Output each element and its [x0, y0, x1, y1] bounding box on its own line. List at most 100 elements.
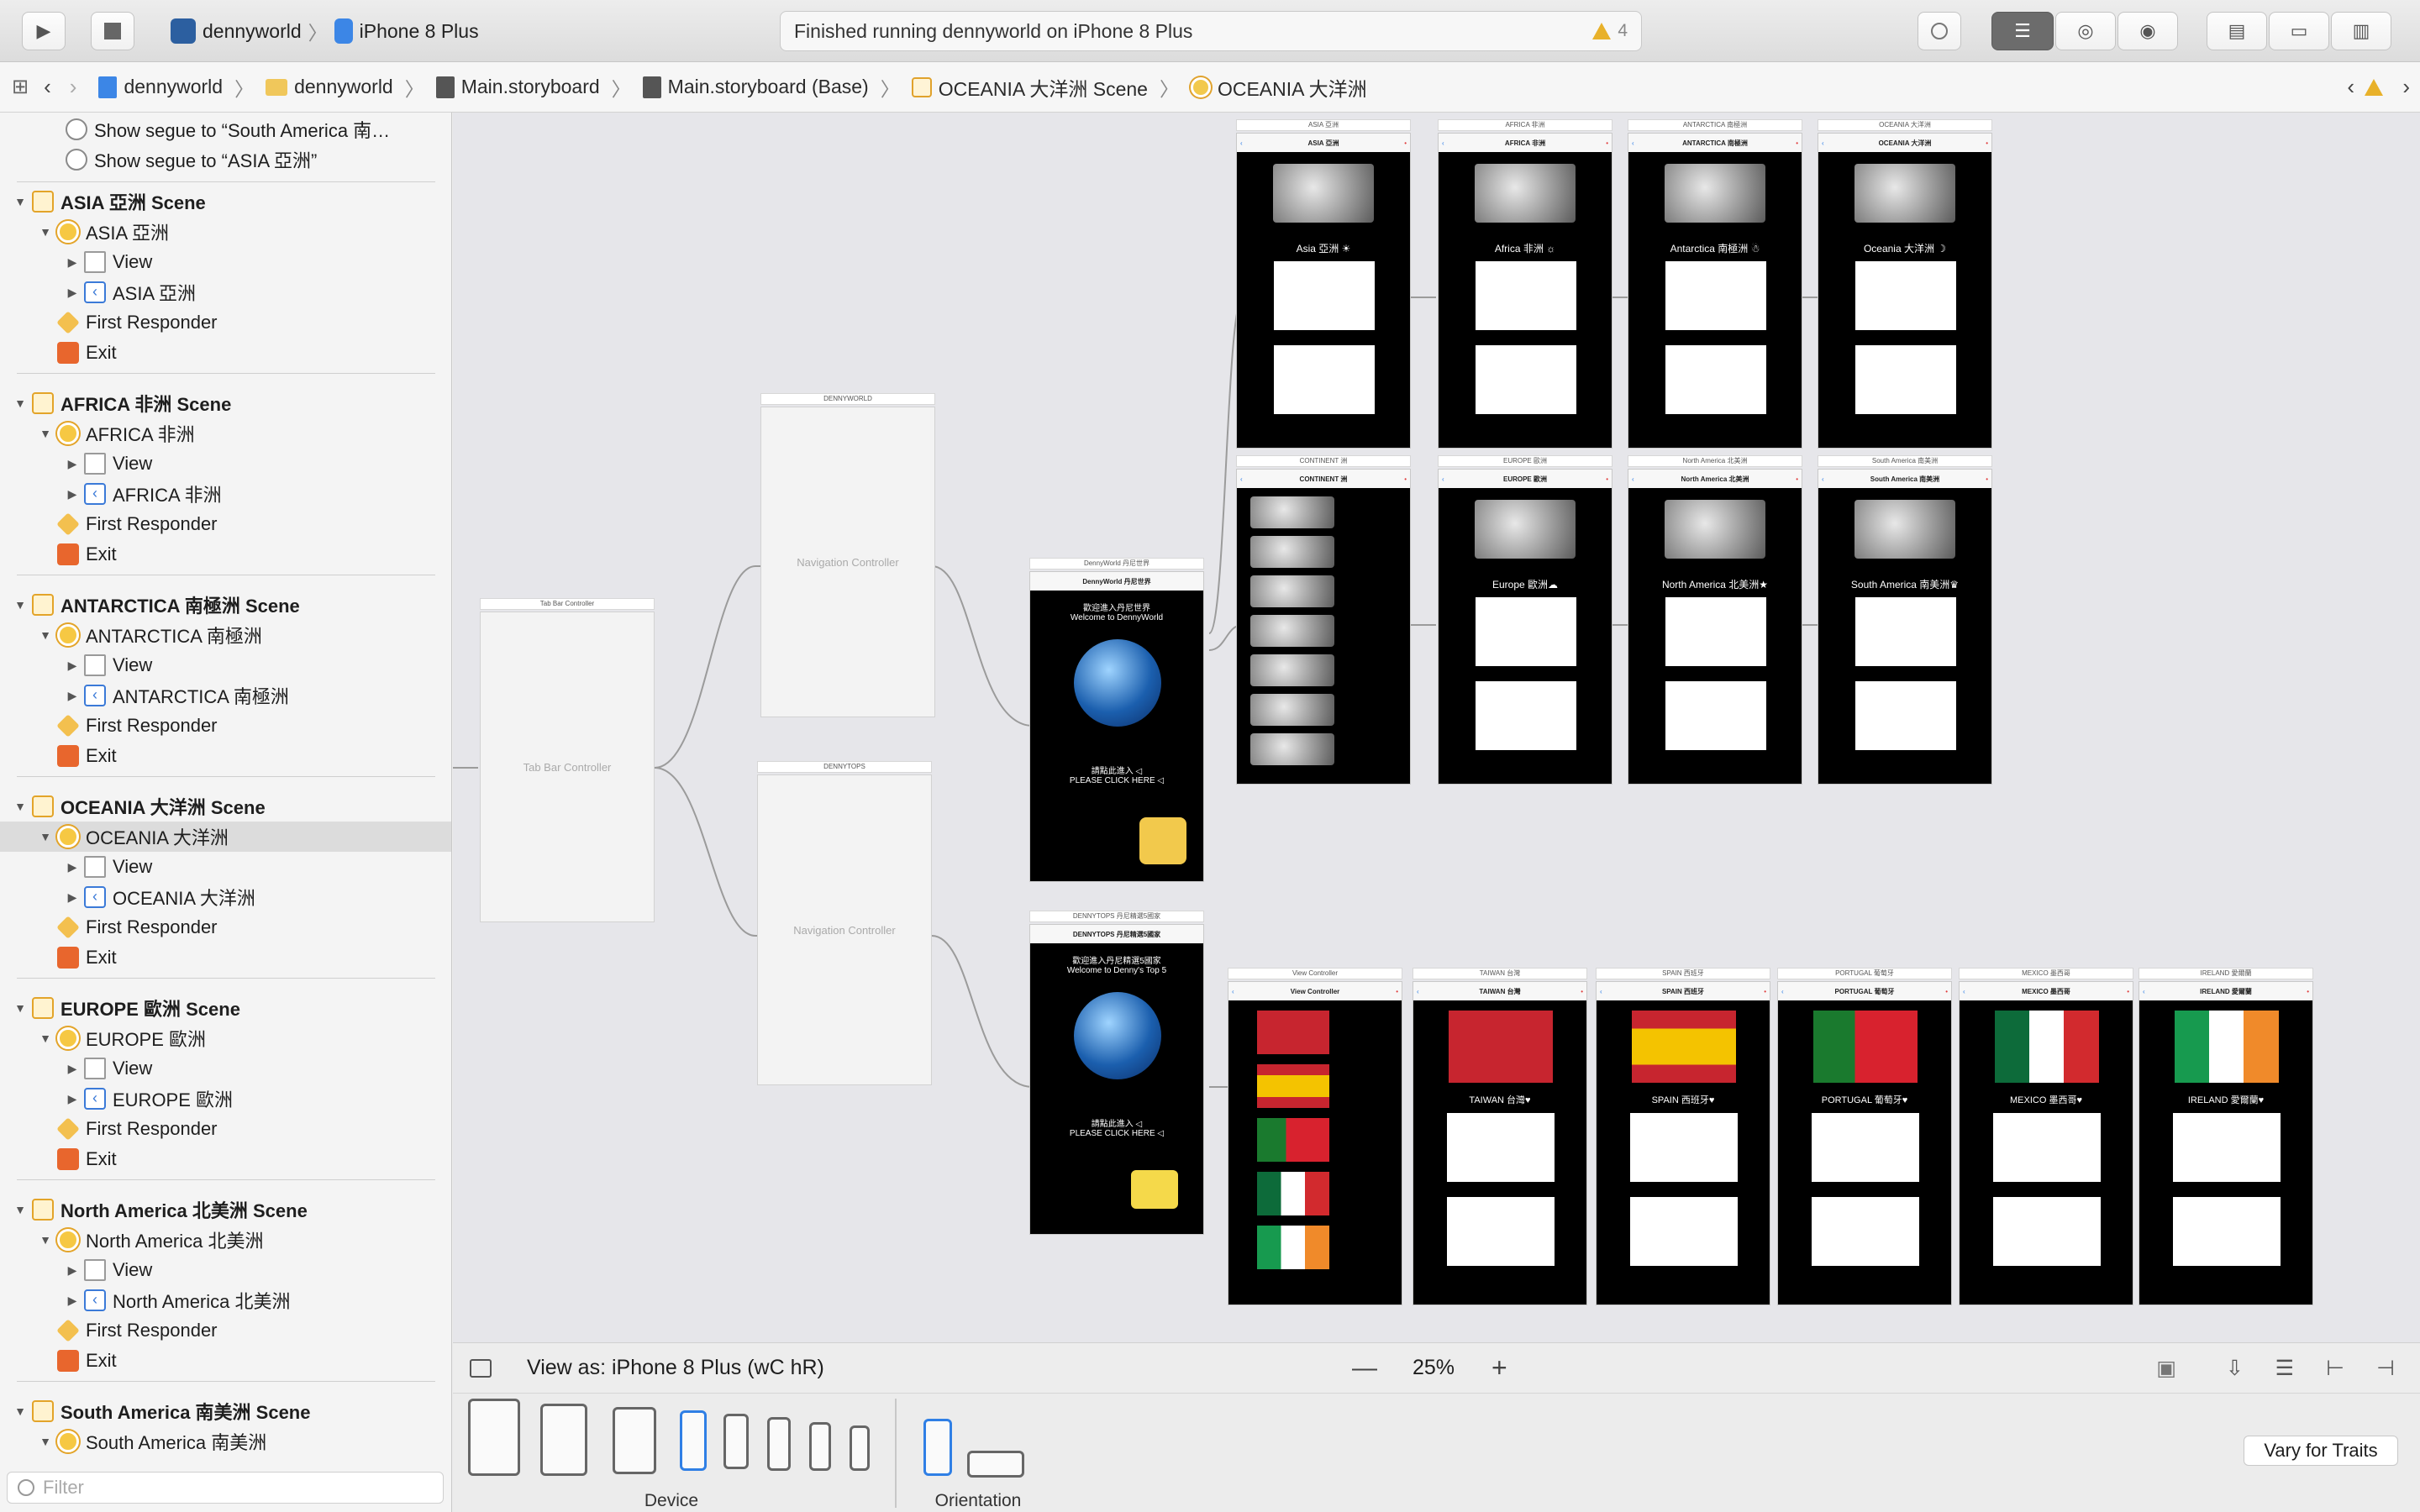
outline-scene-africa[interactable]: ▼ AFRICA 非洲 Scene	[0, 388, 451, 418]
save-button[interactable]: •	[1606, 475, 1608, 483]
back-button[interactable]: ‹	[1963, 988, 1965, 995]
outline-first-responder[interactable]: First Responder	[0, 1315, 451, 1346]
previous-issue-icon[interactable]: ‹	[2347, 74, 2354, 100]
outline-first-responder[interactable]: First Responder	[0, 711, 451, 741]
continent-thumbnail[interactable]	[1250, 694, 1334, 726]
device-iphone-8-icon[interactable]	[723, 1414, 749, 1469]
disclosure-open-icon[interactable]: ▼	[13, 1203, 27, 1216]
disclosure-open-icon[interactable]: ▼	[39, 1435, 52, 1448]
english-text-view[interactable]	[1812, 1197, 1919, 1266]
orientation-portrait-icon[interactable]	[923, 1419, 952, 1476]
back-button[interactable]: ‹	[1232, 988, 1234, 995]
outline-nav-item[interactable]: ▶ ‹ ANTARCTICA 南極洲	[0, 680, 451, 711]
zoom-in-icon[interactable]: +	[1491, 1352, 1507, 1383]
disclosure-open-icon[interactable]: ▼	[39, 427, 52, 440]
english-text-view[interactable]	[1274, 345, 1375, 414]
breadcrumb-project[interactable]: dennyworld 〉	[98, 73, 254, 102]
device-ipad-pro-10-icon[interactable]	[540, 1404, 587, 1476]
next-issue-icon[interactable]: ›	[2402, 74, 2410, 100]
save-button[interactable]: •	[2127, 988, 2129, 995]
disclosure-closed-icon[interactable]: ▶	[66, 255, 79, 270]
back-button[interactable]: ‹	[1417, 988, 1419, 995]
save-button[interactable]: •	[1796, 139, 1798, 147]
device-ipad-pro-12-icon[interactable]	[468, 1399, 520, 1476]
disclosure-closed-icon[interactable]: ▶	[66, 689, 79, 703]
flag-thumbnail[interactable]	[1257, 1226, 1329, 1269]
outline-vc-north-america[interactable]: ▼ North America 北美洲	[0, 1225, 451, 1255]
chinese-text-view[interactable]	[2173, 1113, 2281, 1182]
english-text-view[interactable]	[2173, 1197, 2281, 1266]
continent-thumbnail[interactable]	[1250, 615, 1334, 647]
disclosure-closed-icon[interactable]: ▶	[66, 286, 79, 300]
outline-vc-africa[interactable]: ▼ AFRICA 非洲	[0, 418, 451, 449]
english-text-view[interactable]	[1476, 681, 1576, 750]
device-ipad-icon[interactable]	[613, 1407, 656, 1474]
outline-vc-south-america[interactable]: ▼ South America 南美洲	[0, 1426, 451, 1457]
chinese-text-view[interactable]	[1665, 261, 1766, 330]
standard-editor-button[interactable]: ☰	[1991, 12, 2054, 50]
outline-scene-south-america[interactable]: ▼ South America 南美洲 Scene	[0, 1396, 451, 1426]
disclosure-closed-icon[interactable]: ▶	[66, 1294, 79, 1308]
chinese-text-view[interactable]	[1630, 1113, 1738, 1182]
pin-icon[interactable]: ⊣	[2376, 1356, 2395, 1381]
continent-scene[interactable]: ‹ • ASIA 亞洲 Asia 亞洲 ☀	[1236, 133, 1411, 449]
english-text-view[interactable]	[1665, 681, 1766, 750]
run-button[interactable]: ▶	[22, 12, 66, 50]
outline-segue-row[interactable]: Show segue to “ASIA 亞洲”	[0, 144, 451, 175]
breakpoint-button[interactable]	[1918, 12, 1961, 50]
assistant-editor-button[interactable]: ◎	[2055, 12, 2116, 50]
warning-icon[interactable]	[2365, 79, 2383, 96]
outline-view[interactable]: ▶ View	[0, 1053, 451, 1084]
country-scene[interactable]: ‹ • MEXICO 墨西哥 MEXICO 墨西哥♥	[1959, 981, 2133, 1305]
back-button[interactable]: ‹	[1632, 475, 1634, 483]
save-button[interactable]: •	[1404, 139, 1407, 147]
disclosure-open-icon[interactable]: ▼	[13, 195, 27, 208]
embed-in-icon[interactable]: ⇩	[2226, 1356, 2244, 1381]
dennytops-home-scene[interactable]: DENNYTOPS 丹尼精選5國家 歡迎進入丹尼精選5國家 Welcome to…	[1029, 924, 1204, 1235]
back-button[interactable]: ‹	[2143, 988, 2145, 995]
outline-view[interactable]: ▶ View	[0, 650, 451, 680]
back-button[interactable]: ‹	[1240, 475, 1243, 483]
disclosure-open-icon[interactable]: ▼	[13, 1404, 27, 1418]
chinese-text-view[interactable]	[1447, 1113, 1555, 1182]
outline-first-responder[interactable]: First Responder	[0, 1114, 451, 1144]
continent-scene[interactable]: ‹ • North America 北美洲 North America 北美洲★	[1628, 469, 1802, 785]
continent-scene[interactable]: ‹ • ANTARCTICA 南極洲 Antarctica 南極洲 ☃	[1628, 133, 1802, 449]
outline-vc-asia[interactable]: ▼ ASIA 亞洲	[0, 217, 451, 247]
scheme-selector[interactable]: dennyworld 〉 iPhone 8 Plus	[171, 13, 479, 49]
outline-view[interactable]: ▶ View	[0, 852, 451, 882]
save-button[interactable]: •	[1796, 475, 1798, 483]
country-scene[interactable]: ‹ • SPAIN 西班牙 SPAIN 西班牙♥	[1596, 981, 1770, 1305]
outline-view[interactable]: ▶ View	[0, 247, 451, 277]
disclosure-open-icon[interactable]: ▼	[13, 1001, 27, 1015]
disclosure-closed-icon[interactable]: ▶	[66, 1092, 79, 1106]
save-button[interactable]: •	[1945, 988, 1948, 995]
device-iphone-se-icon[interactable]	[809, 1422, 831, 1471]
back-button[interactable]: ‹	[1240, 139, 1243, 147]
outline-vc-antarctica[interactable]: ▼ ANTARCTICA 南極洲	[0, 620, 451, 650]
outline-first-responder[interactable]: First Responder	[0, 307, 451, 338]
country-scene[interactable]: ‹ • TAIWAN 台灣 TAIWAN 台灣♥	[1413, 981, 1587, 1305]
outline-nav-item[interactable]: ▶ ‹ AFRICA 非洲	[0, 479, 451, 509]
save-button[interactable]: •	[1404, 475, 1407, 483]
outline-nav-item[interactable]: ▶ ‹ EUROPE 歐洲	[0, 1084, 451, 1114]
outline-vc-europe[interactable]: ▼ EUROPE 歐洲	[0, 1023, 451, 1053]
back-button[interactable]: ‹	[1632, 139, 1634, 147]
back-button[interactable]: ‹	[1442, 139, 1444, 147]
chinese-text-view[interactable]	[1476, 597, 1576, 666]
view-as-label[interactable]: View as: iPhone 8 Plus (wC hR)	[527, 1356, 824, 1380]
outline-exit[interactable]: Exit	[0, 338, 451, 368]
breadcrumb-storyboard-base[interactable]: Main.storyboard (Base) 〉	[642, 73, 900, 102]
outline-exit[interactable]: Exit	[0, 1346, 451, 1376]
english-text-view[interactable]	[1993, 1197, 2101, 1266]
continent-scene[interactable]: ‹ • South America 南美洲 South America 南美洲♛	[1818, 469, 1992, 785]
related-items-icon[interactable]: ⊞	[12, 75, 29, 99]
enter-button[interactable]: 請點此進入 ◁ PLEASE CLICK HERE ◁	[1030, 764, 1203, 785]
stack-icon[interactable]: ☰	[2275, 1356, 2294, 1381]
back-arrow-icon[interactable]: ‹	[44, 74, 51, 100]
save-button[interactable]: •	[1764, 988, 1766, 995]
outline-view[interactable]: ▶ View	[0, 449, 451, 479]
navigation-controller[interactable]: Navigation Controller	[760, 407, 935, 717]
device-iphone-8-plus-icon[interactable]	[680, 1410, 707, 1471]
outline-scene-antarctica[interactable]: ▼ ANTARCTICA 南極洲 Scene	[0, 590, 451, 620]
